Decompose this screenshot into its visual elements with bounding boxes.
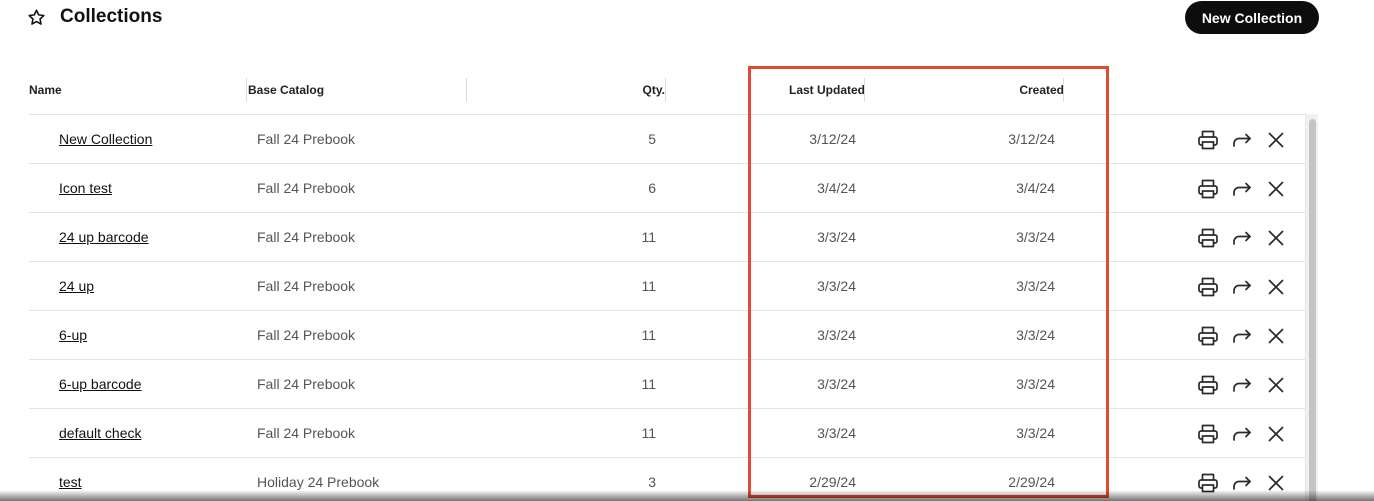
base-catalog-cell: Fall 24 Prebook: [257, 376, 356, 392]
share-arrow-icon[interactable]: [1230, 275, 1254, 299]
new-collection-button[interactable]: New Collection: [1185, 1, 1319, 34]
page-title: Collections: [60, 6, 163, 27]
table-header: Name Base Catalog Qty. Last Updated Crea…: [0, 76, 1374, 104]
last-updated-cell: 3/3/24: [817, 425, 856, 441]
base-catalog-cell: Fall 24 Prebook: [257, 229, 356, 245]
close-icon[interactable]: [1264, 324, 1288, 348]
last-updated-cell: 2/29/24: [809, 474, 856, 490]
last-updated-cell: 3/3/24: [817, 327, 856, 343]
column-divider: [246, 78, 247, 102]
close-icon[interactable]: [1264, 471, 1288, 495]
share-arrow-icon[interactable]: [1230, 471, 1254, 495]
share-arrow-icon[interactable]: [1230, 177, 1254, 201]
share-arrow-icon[interactable]: [1230, 226, 1254, 250]
qty-cell: 11: [641, 229, 656, 245]
table-row: 24 up Fall 24 Prebook 11 3/3/24 3/3/24: [29, 261, 1305, 310]
table-row: 6-up Fall 24 Prebook 11 3/3/24 3/3/24: [29, 310, 1305, 359]
share-arrow-icon[interactable]: [1230, 422, 1254, 446]
collection-name-link[interactable]: 6-up: [59, 327, 87, 343]
table-row: test Holiday 24 Prebook 3 2/29/24 2/29/24: [29, 457, 1305, 501]
printer-icon[interactable]: [1196, 324, 1220, 348]
qty-cell: 11: [641, 425, 656, 441]
collection-name-link[interactable]: test: [59, 474, 82, 490]
star-icon[interactable]: [27, 8, 46, 27]
base-catalog-cell: Holiday 24 Prebook: [257, 474, 380, 490]
base-catalog-cell: Fall 24 Prebook: [257, 131, 356, 147]
close-icon[interactable]: [1264, 177, 1288, 201]
column-header-name[interactable]: Name: [29, 83, 62, 97]
column-divider: [1063, 78, 1064, 102]
close-icon[interactable]: [1264, 373, 1288, 397]
column-header-qty[interactable]: Qty.: [590, 83, 665, 97]
printer-icon[interactable]: [1196, 471, 1220, 495]
close-icon[interactable]: [1264, 275, 1288, 299]
close-icon[interactable]: [1264, 422, 1288, 446]
qty-cell: 5: [648, 131, 656, 147]
scrollbar-thumb[interactable]: [1309, 119, 1316, 501]
qty-cell: 6: [648, 180, 656, 196]
collection-name-link[interactable]: default check: [59, 425, 142, 441]
printer-icon[interactable]: [1196, 226, 1220, 250]
collection-name-link[interactable]: New Collection: [59, 131, 152, 147]
created-cell: 3/4/24: [1016, 180, 1055, 196]
base-catalog-cell: Fall 24 Prebook: [257, 278, 356, 294]
printer-icon[interactable]: [1196, 275, 1220, 299]
qty-cell: 11: [641, 376, 656, 392]
last-updated-cell: 3/3/24: [817, 278, 856, 294]
column-divider: [864, 78, 865, 102]
table-scrollbar[interactable]: [1305, 114, 1318, 501]
share-arrow-icon[interactable]: [1230, 324, 1254, 348]
last-updated-cell: 3/3/24: [817, 376, 856, 392]
close-icon[interactable]: [1264, 226, 1288, 250]
qty-cell: 11: [641, 278, 656, 294]
created-cell: 3/3/24: [1016, 229, 1055, 245]
table-row: New Collection Fall 24 Prebook 5 3/12/24 3/1…: [29, 114, 1305, 163]
qty-cell: 3: [648, 474, 656, 490]
printer-icon[interactable]: [1196, 177, 1220, 201]
table-row: 6-up barcode Fall 24 Prebook 11 3/3/24 3/3/2…: [29, 359, 1305, 408]
printer-icon[interactable]: [1196, 422, 1220, 446]
close-icon[interactable]: [1264, 128, 1288, 152]
created-cell: 3/3/24: [1016, 425, 1055, 441]
collection-name-link[interactable]: 24 up barcode: [59, 229, 149, 245]
column-divider: [665, 78, 666, 102]
printer-icon[interactable]: [1196, 128, 1220, 152]
table-row: 24 up barcode Fall 24 Prebook 11 3/3/24 3/3/…: [29, 212, 1305, 261]
share-arrow-icon[interactable]: [1230, 373, 1254, 397]
created-cell: 3/3/24: [1016, 376, 1055, 392]
created-cell: 3/3/24: [1016, 278, 1055, 294]
column-divider: [466, 78, 467, 102]
created-cell: 3/12/24: [1008, 131, 1055, 147]
table-row: Icon test Fall 24 Prebook 6 3/4/24 3/4/24: [29, 163, 1305, 212]
created-cell: 2/29/24: [1008, 474, 1055, 490]
qty-cell: 11: [641, 327, 656, 343]
collection-name-link[interactable]: Icon test: [59, 180, 112, 196]
column-header-base-catalog[interactable]: Base Catalog: [248, 83, 324, 97]
last-updated-cell: 3/4/24: [817, 180, 856, 196]
page-header: Collections New Collection: [0, 0, 1374, 40]
last-updated-cell: 3/3/24: [817, 229, 856, 245]
column-header-created[interactable]: Created: [960, 83, 1064, 97]
collection-name-link[interactable]: 6-up barcode: [59, 376, 142, 392]
last-updated-cell: 3/12/24: [809, 131, 856, 147]
base-catalog-cell: Fall 24 Prebook: [257, 180, 356, 196]
column-header-last-updated[interactable]: Last Updated: [760, 83, 865, 97]
created-cell: 3/3/24: [1016, 327, 1055, 343]
table-row: default check Fall 24 Prebook 11 3/3/24 3/3/…: [29, 408, 1305, 457]
collections-table-body: New Collection Fall 24 Prebook 5 3/12/24 3/1…: [29, 114, 1305, 501]
base-catalog-cell: Fall 24 Prebook: [257, 425, 356, 441]
share-arrow-icon[interactable]: [1230, 128, 1254, 152]
printer-icon[interactable]: [1196, 373, 1220, 397]
collection-name-link[interactable]: 24 up: [59, 278, 94, 294]
base-catalog-cell: Fall 24 Prebook: [257, 327, 356, 343]
